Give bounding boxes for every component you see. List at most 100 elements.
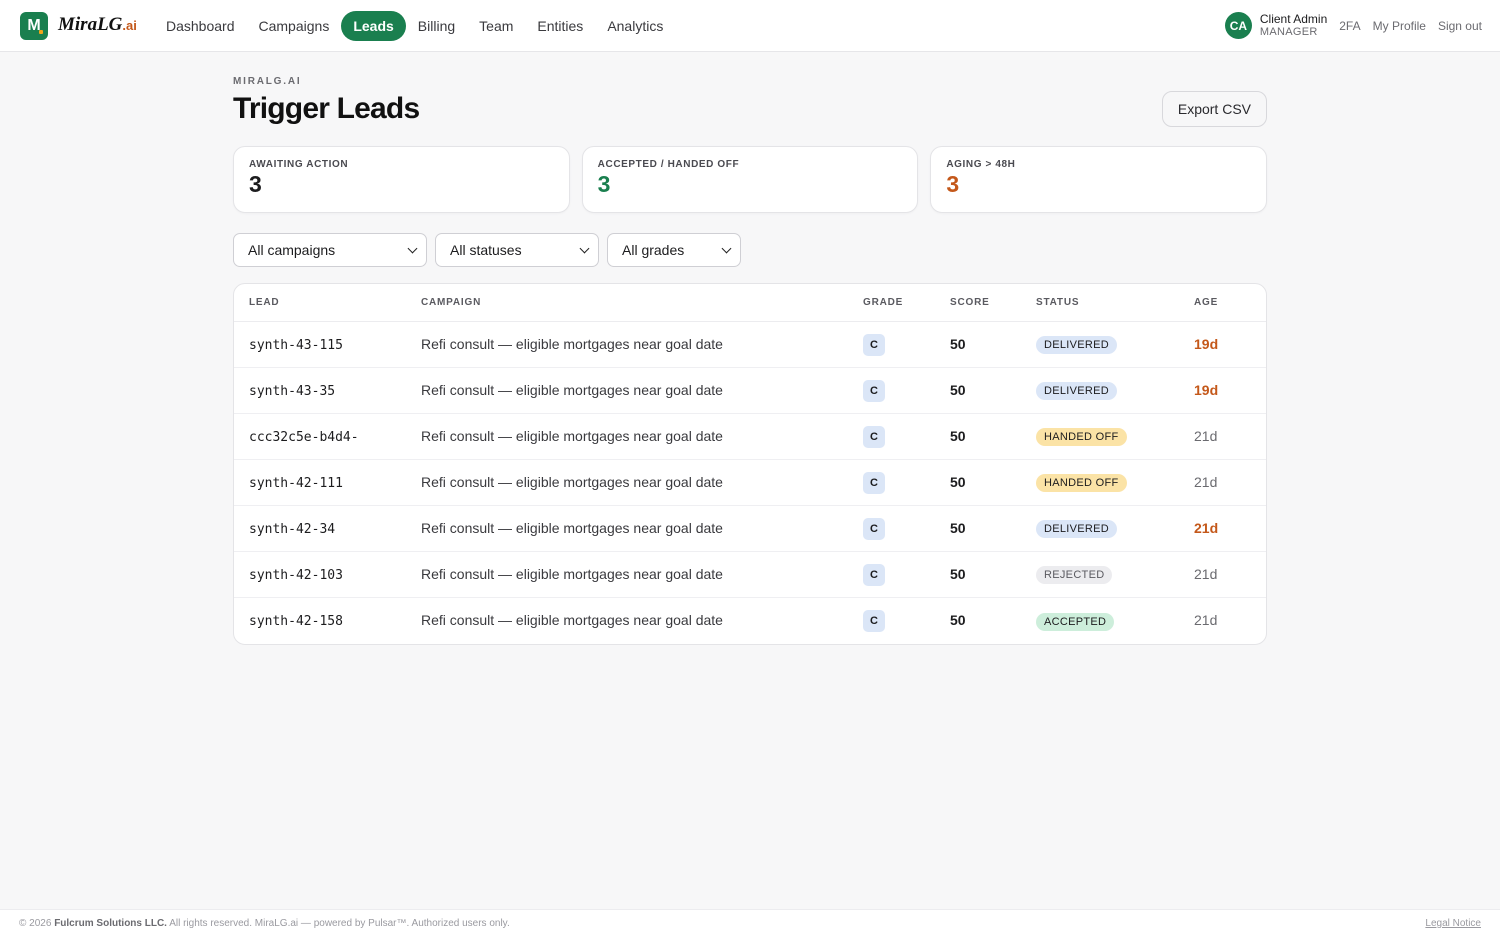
stat-card-accepted: ACCEPTED / HANDED OFF 3 [581,146,919,213]
stat-card-aging: AGING > 48H 3 [930,146,1268,213]
score-value: 50 [950,612,966,628]
lead-id[interactable]: synth-42-111 [249,476,343,491]
age-value: 21d [1194,427,1218,444]
status-badge: REJECTED [1036,566,1113,584]
age-value: 21d [1194,565,1218,582]
top-navbar: M MiraLG.ai Dashboard Campaigns Leads Bi… [0,0,1500,52]
grade-filter-select[interactable]: All grades [607,233,741,267]
chevron-down-icon [407,243,418,253]
avatar[interactable]: CA [1224,12,1252,39]
export-csv-button[interactable]: Export CSV [1161,91,1267,127]
nav-dashboard[interactable]: Dashboard [154,11,247,41]
user-area: CA Client Admin MANAGER 2FA My Profile S… [1224,11,1482,39]
user-meta: Client Admin MANAGER [1259,11,1328,39]
status-badge: DELIVERED [1036,382,1118,400]
brand-name-text: MiraLG [58,14,123,35]
lead-id[interactable]: synth-42-158 [249,614,343,629]
nav-campaigns[interactable]: Campaigns [247,11,342,41]
score-value: 50 [950,381,966,398]
nav-entities[interactable]: Entities [525,11,595,41]
page-title: Trigger Leads [233,92,420,125]
grade-badge: C [863,333,885,356]
brand-logo-icon[interactable]: M [20,12,48,40]
age-value: 21d [1194,519,1219,536]
table-row[interactable]: synth-42-34 Refi consult — eligible mortg… [234,506,1266,552]
brand-name[interactable]: MiraLG.ai [58,14,137,36]
footer-copyright: © 2026 Fulcrum Solutions LLC. All rights… [19,918,510,929]
stat-value: 3 [597,171,611,197]
nav-leads[interactable]: Leads [341,11,406,41]
footer: © 2026 Fulcrum Solutions LLC. All rights… [0,909,1500,938]
status-badge: HANDED OFF [1036,474,1127,492]
user-name: Client Admin [1259,11,1328,26]
footer-company: Fulcrum Solutions LLC. [54,918,167,929]
grade-badge: C [863,563,885,586]
age-value: 21d [1194,473,1218,490]
lead-id[interactable]: synth-43-115 [249,338,343,353]
stat-card-awaiting: AWAITING ACTION 3 [233,146,570,213]
stats-row: AWAITING ACTION 3 ACCEPTED / HANDED OFF … [233,146,1268,213]
status-badge: DELIVERED [1036,520,1118,538]
lead-id[interactable]: synth-42-34 [249,522,335,537]
stat-value: 3 [249,171,262,197]
stat-label: AWAITING ACTION [249,159,349,170]
col-header-status[interactable]: STATUS [1036,297,1194,308]
grade-badge: C [863,425,885,448]
campaign-name: Refi consult — eligible mortgages near g… [421,473,723,490]
score-value: 50 [950,473,966,490]
campaign-name: Refi consult — eligible mortgages near g… [421,565,723,582]
status-filter-value: All statuses [450,242,522,258]
leads-table: LEAD CAMPAIGN GRADE SCORE STATUS AGE syn… [233,283,1267,645]
filters-bar: All campaigns All statuses All grades [233,233,741,267]
main-nav: Dashboard Campaigns Leads Billing Team E… [154,11,675,41]
table-body: synth-43-115 Refi consult — eligible mort… [234,322,1266,644]
chevron-down-icon [721,243,732,253]
grade-badge: C [863,610,885,632]
col-header-lead[interactable]: LEAD [234,297,421,308]
campaign-name: Refi consult — eligible mortgages near g… [421,335,723,352]
campaign-filter-select[interactable]: All campaigns [233,233,427,267]
twofa-link[interactable]: 2FA [1339,19,1360,33]
legal-notice-link[interactable]: Legal Notice [1425,918,1481,929]
nav-team[interactable]: Team [467,11,525,41]
age-value: 21d [1194,612,1218,628]
campaign-name: Refi consult — eligible mortgages near g… [421,519,723,536]
table-row[interactable]: synth-42-111 Refi consult — eligible mort… [234,460,1266,506]
lead-id[interactable]: synth-42-103 [249,568,343,583]
brand-suffix: .ai [122,18,137,33]
lead-id[interactable]: ccc32c5e-b4d4- [249,430,359,445]
my-profile-link[interactable]: My Profile [1373,19,1426,33]
col-header-grade[interactable]: GRADE [863,297,950,308]
campaign-name: Refi consult — eligible mortgages near g… [421,612,723,628]
table-row[interactable]: synth-42-103 Refi consult — eligible mort… [234,552,1266,598]
nav-billing[interactable]: Billing [406,11,467,41]
col-header-score[interactable]: SCORE [950,297,1036,308]
table-row[interactable]: synth-43-115 Refi consult — eligible mort… [234,322,1266,368]
grade-badge: C [863,471,885,494]
table-row[interactable]: synth-43-35 Refi consult — eligible mortg… [234,368,1266,414]
chevron-down-icon [579,243,590,253]
score-value: 50 [950,335,966,352]
status-badge: ACCEPTED [1036,612,1115,631]
stat-value: 3 [946,171,960,197]
grade-badge: C [863,517,885,540]
status-badge: HANDED OFF [1036,428,1127,446]
col-header-age[interactable]: AGE [1194,297,1266,308]
table-header: LEAD CAMPAIGN GRADE SCORE STATUS AGE [234,284,1266,322]
table-row[interactable]: synth-42-158 Refi consult — eligible mort… [234,598,1266,644]
age-value: 19d [1194,381,1219,398]
footer-year: © 2026 [19,918,52,929]
grade-badge: C [863,379,885,402]
nav-analytics[interactable]: Analytics [595,11,675,41]
lead-id[interactable]: synth-43-35 [249,384,335,399]
col-header-campaign[interactable]: CAMPAIGN [421,297,863,308]
status-filter-select[interactable]: All statuses [435,233,599,267]
table-row[interactable]: ccc32c5e-b4d4- Refi consult — eligible mo… [234,414,1266,460]
score-value: 50 [950,565,966,582]
campaign-name: Refi consult — eligible mortgages near g… [421,381,723,398]
stat-label: AGING > 48H [946,159,1016,170]
score-value: 50 [950,519,966,536]
footer-rights: All rights reserved. MiraLG.ai — powered… [169,918,510,929]
page-eyebrow: MIRALG.AI [233,76,302,87]
sign-out-link[interactable]: Sign out [1438,19,1482,33]
